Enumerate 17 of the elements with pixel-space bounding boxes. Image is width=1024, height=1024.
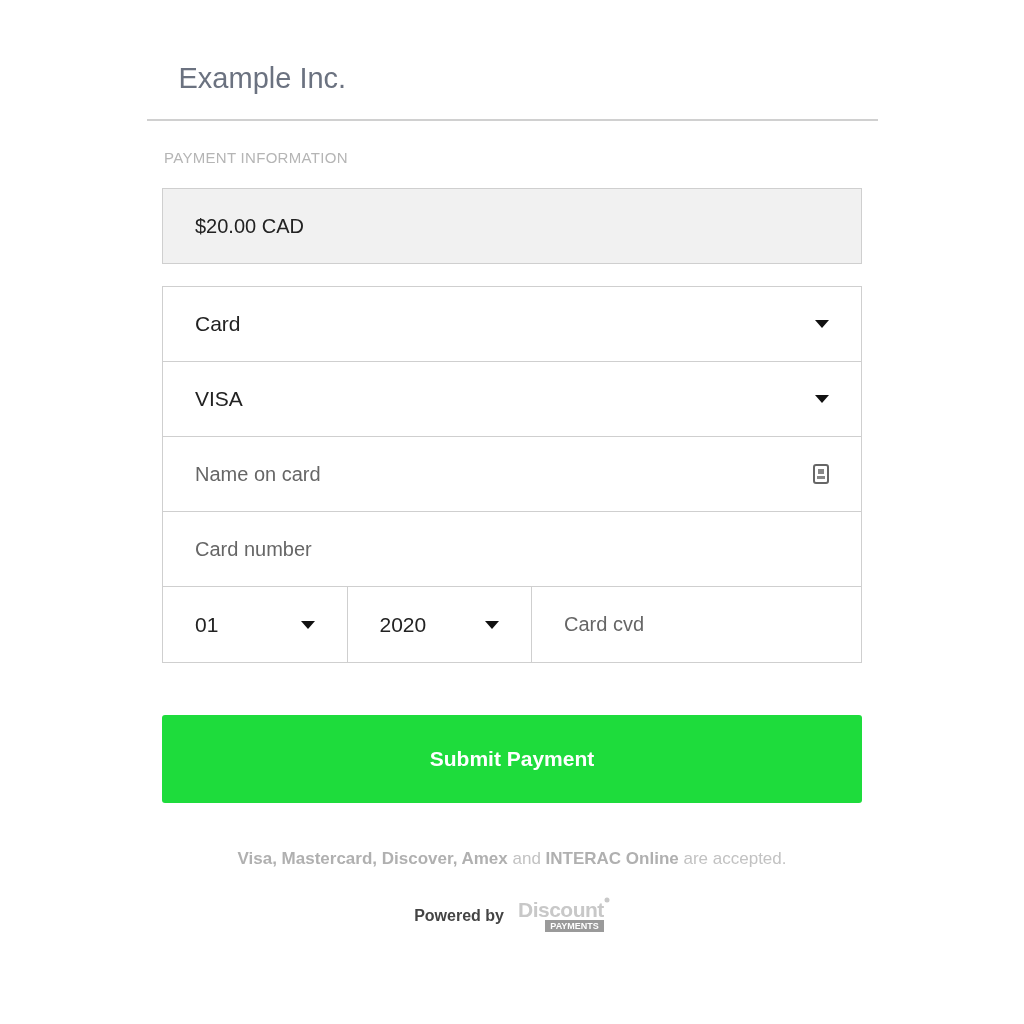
year-select[interactable]: 2020 [346,587,531,662]
accepted-cards-note: Visa, Mastercard, Discover, Amex and INTERAC Online are accepted. [236,849,788,869]
amount-field: $20.00 CAD [162,188,862,264]
section-label: PAYMENT INFORMATION [164,149,348,166]
caret-icon [815,320,829,328]
powered-by-label: Powered by [414,906,504,925]
input-field[interactable]: Name on card [195,462,813,486]
month-select[interactable]: 01 [163,587,347,662]
merchant-name: Example Inc. [178,62,347,95]
caret-icon [815,395,829,403]
contact-card-icon [813,464,829,484]
input-field[interactable]: Card number [195,537,829,561]
cvd-field[interactable]: Card cvd [564,613,829,636]
caret-icon [485,620,499,629]
select-field[interactable]: VISA [163,362,861,437]
caret-icon [300,620,315,629]
select-field[interactable]: Card [163,287,861,362]
